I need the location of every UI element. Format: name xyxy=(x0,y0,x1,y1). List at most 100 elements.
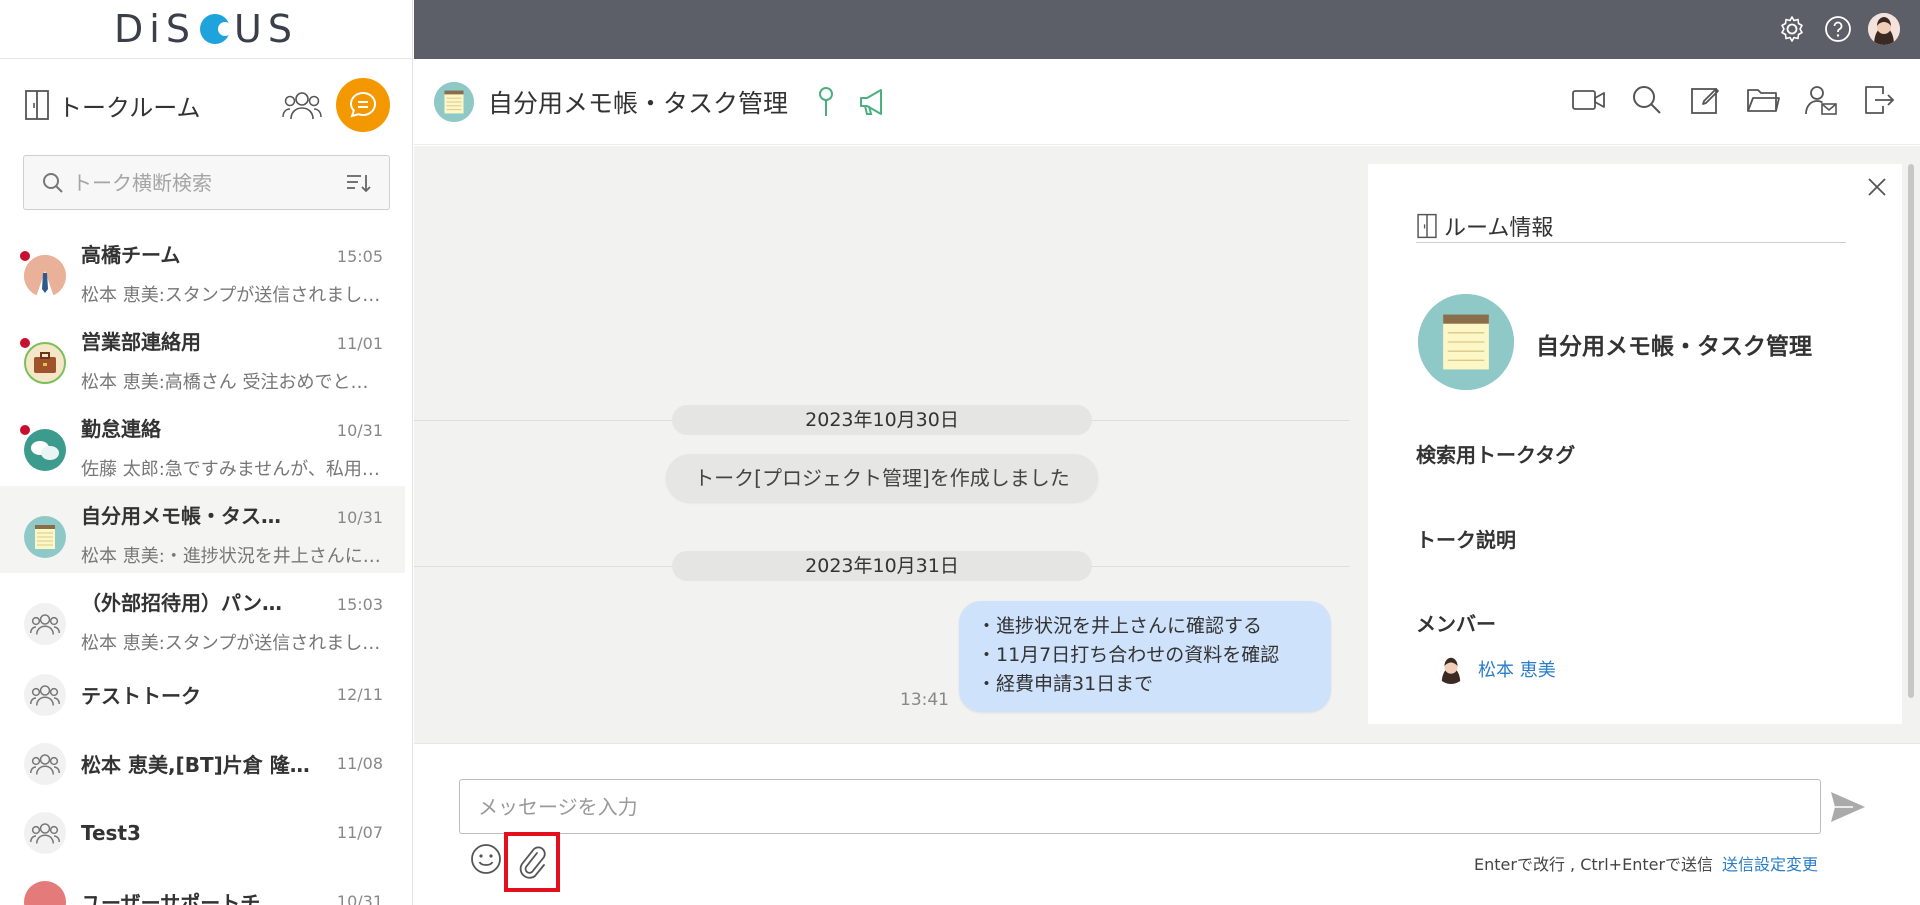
description-label: トーク説明 xyxy=(1416,528,1516,552)
group-icon xyxy=(24,811,66,854)
send-icon xyxy=(1831,792,1865,822)
room-list-item[interactable]: Test3 11/07 xyxy=(0,798,405,867)
notepad-avatar-large xyxy=(1418,294,1514,390)
room-preview: 松本 恵美:スタンプが送信されまし… xyxy=(81,285,381,306)
user-avatar[interactable] xyxy=(1868,13,1900,45)
info-scrollbar[interactable] xyxy=(1908,164,1914,698)
system-message: トーク[プロジェクト管理]を作成しました xyxy=(666,454,1098,502)
members-button[interactable] xyxy=(278,81,326,129)
room-list-item-selected[interactable]: 自分用メモ帳・タス… 10/31 松本 恵美:・進捗状況を井上さんに… xyxy=(0,486,405,573)
top-bar xyxy=(414,0,1920,59)
new-talk-button[interactable] xyxy=(336,78,390,132)
room-name: （外部招待用）パン… xyxy=(81,591,282,615)
room-time: 10/31 xyxy=(336,508,383,527)
businessman-avatar xyxy=(20,251,66,297)
room-time: 11/01 xyxy=(336,334,383,353)
notepad-avatar xyxy=(24,516,66,558)
room-info-panel: ルーム情報 自分用メモ帳・タスク管理 検索用トークタグ トーク説明 メンバー 松… xyxy=(1368,164,1902,724)
room-list-item[interactable]: テストトーク 12/11 xyxy=(0,660,405,729)
room-preview: 佐藤 太郎:急ですみませんが、私用… xyxy=(81,459,380,480)
room-name: 自分用メモ帳・タス… xyxy=(81,504,281,528)
room-name: 高橋チーム xyxy=(81,243,181,267)
room-list-item[interactable]: 勤怠連絡 10/31 佐藤 太郎:急ですみませんが、私用… xyxy=(0,399,405,486)
megaphone-icon[interactable] xyxy=(858,87,890,117)
people-icon xyxy=(282,92,322,120)
room-info-name: 自分用メモ帳・タスク管理 xyxy=(1536,334,1812,360)
room-list-item[interactable]: （外部招待用）パン… 15:03 松本 恵美:スタンプが送信されまし… xyxy=(0,573,405,660)
message-time: 13:41 xyxy=(900,690,949,710)
search-icon xyxy=(42,172,64,194)
search-icon[interactable] xyxy=(1630,83,1664,117)
talkroom-title: トークルーム xyxy=(24,88,278,123)
room-preview: 松本 恵美:高橋さん 受注おめでと… xyxy=(81,372,369,393)
member-mail-icon[interactable] xyxy=(1804,83,1838,117)
header-tools xyxy=(1572,83,1896,117)
emoji-button[interactable] xyxy=(467,840,505,878)
edit-note-icon[interactable] xyxy=(1688,83,1722,117)
room-title: 自分用メモ帳・タスク管理 xyxy=(488,88,789,118)
folder-icon[interactable] xyxy=(1746,83,1780,117)
room-name: 松本 恵美,[BT]片倉 隆… xyxy=(81,753,310,777)
talkroom-header: トークルーム xyxy=(0,59,412,151)
room-info-wrapper: ルーム情報 自分用メモ帳・タスク管理 検索用トークタグ トーク説明 メンバー 松… xyxy=(1350,146,1920,743)
composer: Enterで改行 , Ctrl+Enterで送信 送信設定変更 xyxy=(414,743,1920,905)
members-label: メンバー xyxy=(1416,612,1496,636)
date-label: 2023年10月31日 xyxy=(672,551,1092,581)
unread-indicator xyxy=(20,425,30,435)
group-icon xyxy=(24,673,66,716)
gear-icon[interactable] xyxy=(1776,13,1808,45)
room-list: 高橋チーム 15:05 松本 恵美:スタンプが送信されまし… 営業部連絡用 11/0… xyxy=(0,225,405,905)
close-icon[interactable] xyxy=(1862,172,1892,202)
search-tag-label: 検索用トークタグ xyxy=(1416,443,1576,467)
room-time: 12/11 xyxy=(336,685,383,704)
paperclip-icon xyxy=(519,846,546,879)
talk-search-input[interactable] xyxy=(72,170,345,195)
logo-bar: DiS US xyxy=(0,0,412,59)
room-list-item[interactable]: ユーザーサポートチ… 10/31 xyxy=(0,867,405,905)
send-settings-link[interactable]: 送信設定変更 xyxy=(1722,851,1818,875)
talkroom-label: トークルーム xyxy=(58,93,201,122)
send-button[interactable] xyxy=(1828,787,1868,827)
discus-logo[interactable]: DiS US xyxy=(114,7,298,51)
unread-indicator xyxy=(20,338,30,348)
date-label: 2023年10月30日 xyxy=(672,405,1092,435)
pin-icon[interactable] xyxy=(816,86,836,118)
message-area[interactable]: 2023年10月30日 トーク[プロジェクト管理]を作成しました 2023年10… xyxy=(414,146,1350,743)
member-avatar xyxy=(1436,654,1466,684)
help-icon[interactable] xyxy=(1822,13,1854,45)
room-list-item[interactable]: 営業部連絡用 11/01 松本 恵美:高橋さん 受注おめでと… xyxy=(0,312,405,399)
new-chat-icon xyxy=(349,91,377,118)
message-input[interactable] xyxy=(459,779,1821,834)
sidebar: DiS US トークルーム トーク横断検索 高橋チーム 15:05 松本 恵美:… xyxy=(0,0,413,905)
video-call-icon[interactable] xyxy=(1572,83,1606,117)
send-hint-text: Enterで改行 , Ctrl+Enterで送信 xyxy=(1474,855,1714,874)
room-preview: 松本 恵美:スタンプが送信されまし… xyxy=(81,633,381,654)
member-item[interactable]: 松本 恵美 xyxy=(1436,654,1556,684)
member-name[interactable]: 松本 恵美 xyxy=(1478,656,1556,682)
leave-room-icon[interactable] xyxy=(1862,83,1896,117)
room-list-item[interactable]: 松本 恵美,[BT]片倉 隆… 11/08 xyxy=(0,729,405,798)
sort-icon[interactable] xyxy=(345,172,371,194)
message-line: ・進捗状況を井上さんに確認する xyxy=(977,615,1263,637)
notepad-avatar xyxy=(434,81,474,122)
date-separator: 2023年10月30日 xyxy=(414,405,1350,435)
message-line: ・経費申請31日まで xyxy=(977,673,1154,695)
red-avatar xyxy=(24,880,66,905)
door-icon xyxy=(1416,213,1438,239)
room-time: 10/31 xyxy=(336,892,383,905)
room-time: 10/31 xyxy=(336,421,383,440)
unread-indicator xyxy=(20,251,30,261)
room-preview: 松本 恵美:・進捗状況を井上さんに… xyxy=(81,546,381,567)
room-name: Test3 xyxy=(81,820,141,845)
room-name: 勤怠連絡 xyxy=(81,417,161,441)
room-name: 営業部連絡用 xyxy=(81,330,201,354)
message-line: ・11月7日打ち合わせの資料を確認 xyxy=(977,644,1280,666)
attach-button[interactable] xyxy=(504,832,560,892)
group-icon xyxy=(24,603,66,645)
room-time: 15:03 xyxy=(336,595,383,614)
chat-header: 自分用メモ帳・タスク管理 xyxy=(414,59,1920,145)
room-list-item[interactable]: 高橋チーム 15:05 松本 恵美:スタンプが送信されまし… xyxy=(0,225,405,312)
my-message-bubble[interactable]: ・進捗状況を井上さんに確認する ・11月7日打ち合わせの資料を確認 ・経費申請3… xyxy=(959,601,1331,712)
room-time: 11/08 xyxy=(336,754,383,773)
talk-search-box[interactable] xyxy=(23,155,390,210)
